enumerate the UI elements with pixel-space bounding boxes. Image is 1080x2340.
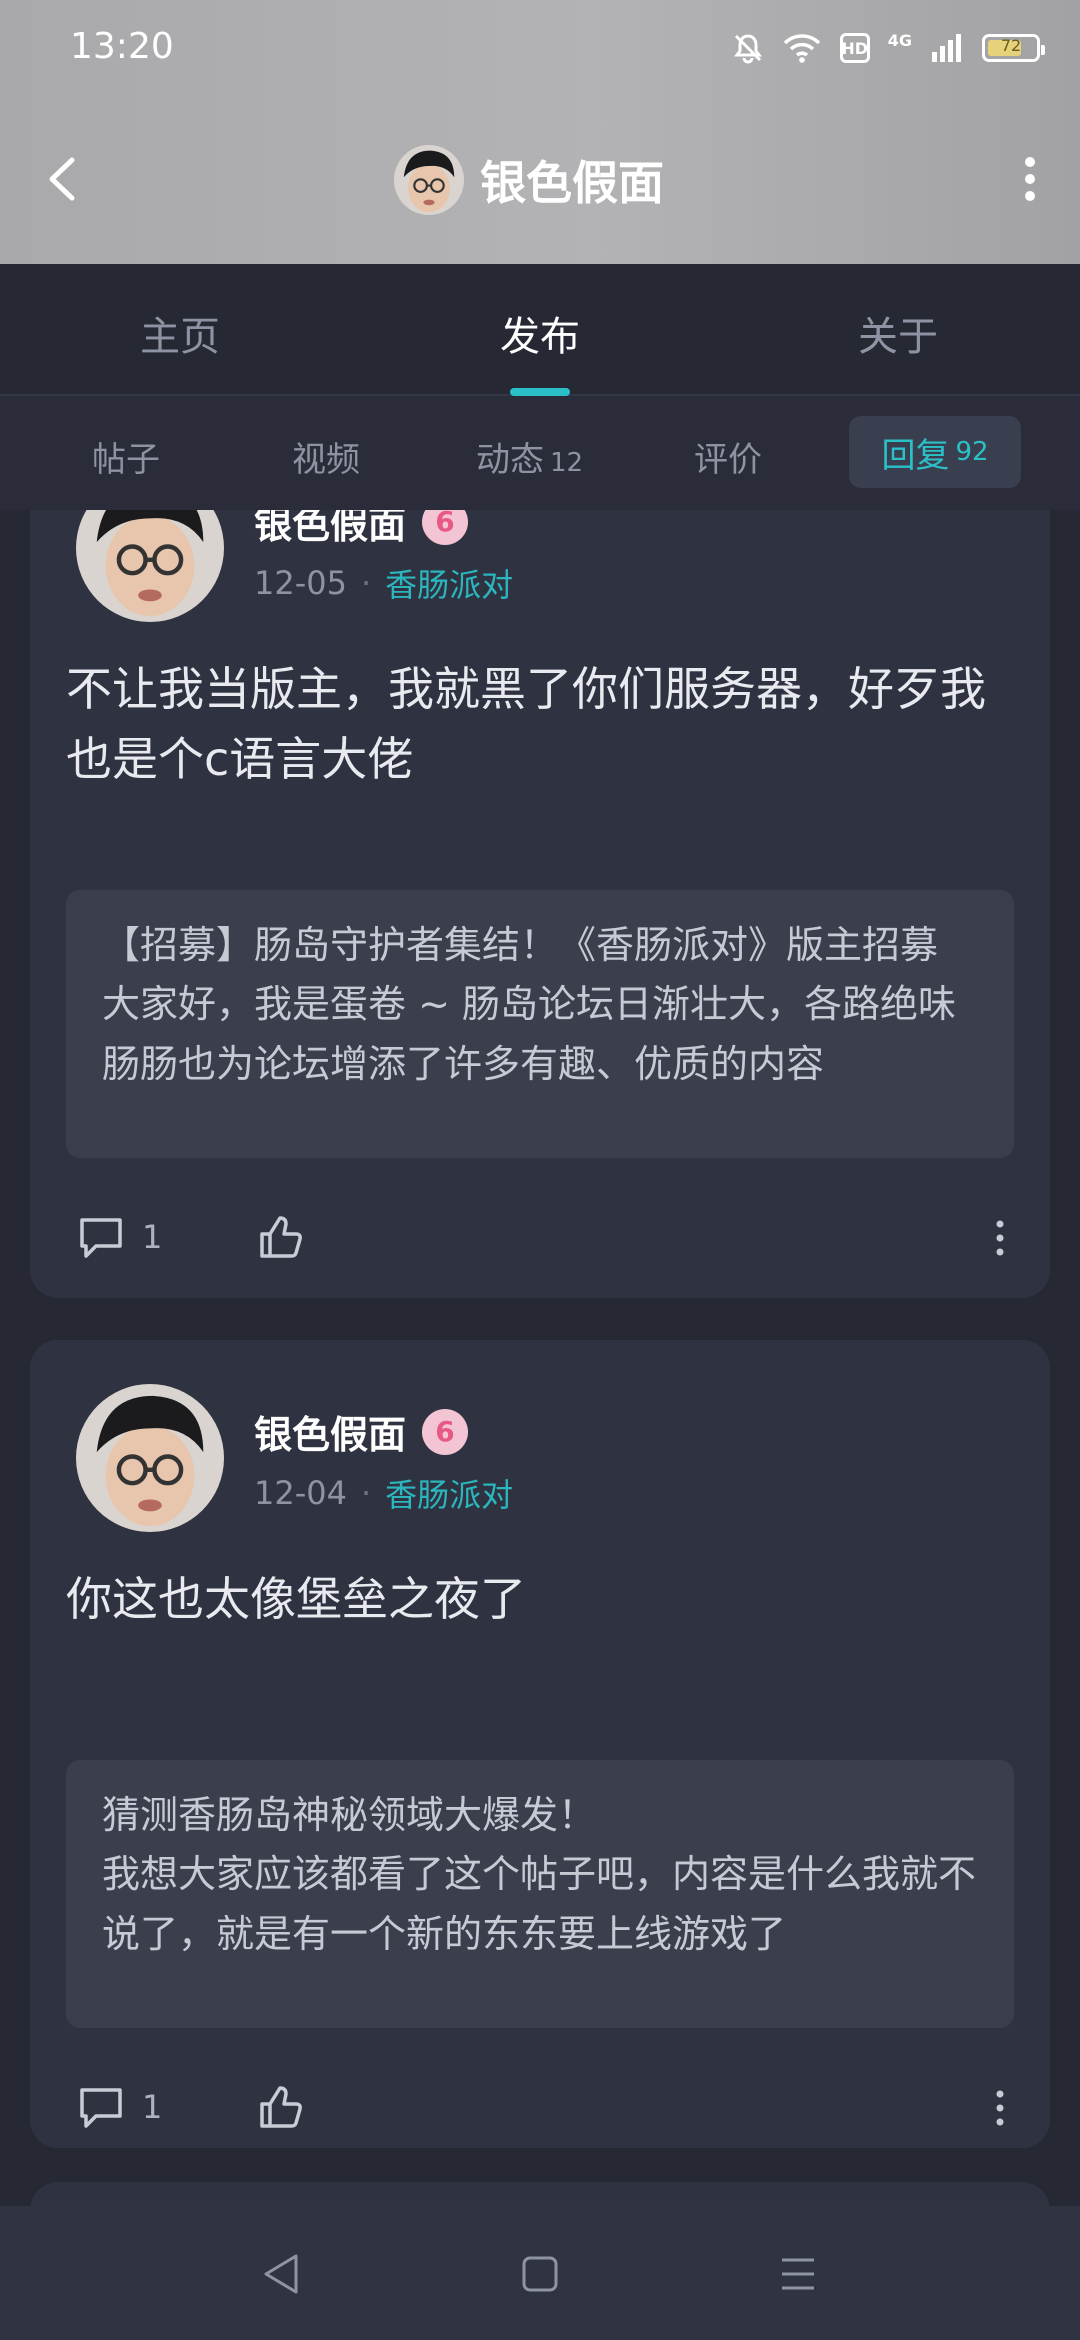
- wifi-icon: [783, 34, 820, 63]
- quoted-post-title: 猜测香肠岛神秘领域大爆发！: [102, 1793, 597, 1837]
- comment-button[interactable]: 1: [76, 1212, 162, 1262]
- home-square-icon[interactable]: [516, 2250, 564, 2298]
- quoted-post[interactable]: 【招募】肠岛守护者集结！《香肠派对》版主招募 大家好，我是蛋卷 ~ 肠岛论坛日渐…: [66, 890, 1014, 1158]
- tab-indicator: [510, 388, 570, 396]
- more-vertical-icon[interactable]: [994, 1220, 1006, 1256]
- battery-level: 72: [1000, 36, 1022, 55]
- reply-content: 你这也太像堡垒之夜了: [66, 1572, 526, 1626]
- level-badge: 6: [422, 510, 469, 545]
- reply-card[interactable]: 银色假面 6 12-05 · 香肠派对 不让我当版主，我就黑了你们服务器，好歹我…: [30, 510, 1050, 1298]
- username-text: 银色假面: [254, 1413, 407, 1457]
- thumbs-up-icon[interactable]: [256, 2082, 306, 2132]
- subtab-count: 12: [550, 448, 584, 478]
- post-actions: 1: [76, 2082, 1020, 2142]
- forum-link[interactable]: 香肠派对: [385, 1470, 513, 1516]
- more-vertical-icon[interactable]: [994, 2090, 1006, 2126]
- status-icons: HD 4G 72: [732, 26, 1045, 70]
- quoted-post[interactable]: 猜测香肠岛神秘领域大爆发！ 我想大家应该都看了这个帖子吧，内容是什么我就不说了，…: [66, 1760, 1014, 2028]
- subtab-label: 回复: [881, 435, 950, 476]
- comment-icon: [80, 1218, 122, 1258]
- subtab-label: 帖子: [92, 440, 160, 480]
- nav-row: 银色假面: [0, 132, 1080, 228]
- system-nav-bar: [0, 2206, 1080, 2340]
- main-tabs: 主页 发布 关于: [0, 264, 1080, 396]
- comment-count: 1: [142, 2088, 163, 2126]
- quoted-post-title: 【招募】肠岛守护者集结！《香肠派对》版主招募: [102, 923, 939, 967]
- more-vertical-icon[interactable]: [1020, 154, 1040, 204]
- post-date: 12-04: [254, 1474, 347, 1512]
- reply-content: 不让我当版主，我就黑了你们服务器，好歹我也是个c语言大佬: [66, 662, 986, 786]
- reply-feed[interactable]: 银色假面 6 12-05 · 香肠派对 不让我当版主，我就黑了你们服务器，好歹我…: [0, 510, 1080, 2206]
- level-badge: 6: [422, 1408, 469, 1455]
- subtab-label: 评价: [694, 440, 762, 480]
- forum-link[interactable]: 香肠派对: [385, 560, 513, 606]
- network-type: 4G: [887, 30, 912, 50]
- username-text: 银色假面: [254, 510, 407, 547]
- battery-icon: 72: [982, 34, 1045, 62]
- quoted-post-body: 我想大家应该都看了这个帖子吧，内容是什么我就不说了，就是有一个新的东东要上线游戏…: [102, 1852, 977, 1956]
- profile-title[interactable]: 银色假面: [394, 142, 664, 218]
- back-arrow-icon[interactable]: [40, 154, 90, 204]
- avatar[interactable]: [394, 145, 464, 215]
- avatar[interactable]: [76, 1384, 224, 1532]
- avatar[interactable]: [76, 510, 224, 622]
- tab-about[interactable]: 关于: [858, 304, 938, 362]
- sub-tabs: 帖子 视频 动态 12 评价 回复 92: [0, 396, 1080, 510]
- thumbs-up-icon[interactable]: [256, 1212, 306, 1262]
- signal-icon: [932, 34, 961, 62]
- subtab-videos[interactable]: 视频: [292, 432, 360, 481]
- comment-icon: [80, 2088, 122, 2128]
- post-date: 12-05: [254, 564, 347, 602]
- status-bar: 13:20 HD 4G 72: [0, 0, 1080, 96]
- subtab-threads[interactable]: 帖子: [92, 432, 160, 481]
- tab-home[interactable]: 主页: [140, 304, 220, 362]
- bell-muted-icon: [733, 34, 762, 64]
- username[interactable]: 银色假面 6: [254, 1404, 469, 1459]
- subtab-moments[interactable]: 动态 12: [476, 432, 583, 481]
- top-bar: 13:20 HD 4G 72 银色假面: [0, 0, 1080, 264]
- subtab-replies[interactable]: 回复 92: [849, 416, 1021, 488]
- subtab-reviews[interactable]: 评价: [694, 432, 762, 481]
- hd-icon: HD: [839, 33, 870, 63]
- menu-lines-icon[interactable]: [774, 2250, 822, 2298]
- back-triangle-icon[interactable]: [258, 2250, 306, 2298]
- username[interactable]: 银色假面 6: [254, 510, 469, 549]
- tab-posts[interactable]: 发布: [500, 304, 580, 362]
- post-meta: 12-04 · 香肠派对: [254, 1470, 513, 1516]
- status-time: 13:20: [70, 26, 174, 67]
- reply-card[interactable]: 银色假面 6 12-04 · 香肠派对 你这也太像堡垒之夜了 猜测香肠岛神秘领域…: [30, 1340, 1050, 2148]
- subtab-count: 92: [955, 437, 989, 467]
- reply-card[interactable]: [30, 2182, 1050, 2206]
- post-meta: 12-05 · 香肠派对: [254, 560, 513, 606]
- subtab-label: 动态: [476, 440, 544, 480]
- quoted-post-body: 大家好，我是蛋卷 ~ 肠岛论坛日渐壮大，各路绝味肠肠也为论坛增添了许多有趣、优质…: [102, 982, 957, 1086]
- page-title: 银色假面: [480, 156, 664, 210]
- comment-button[interactable]: 1: [76, 2082, 162, 2132]
- subtab-label: 视频: [292, 440, 360, 480]
- post-actions: 1: [76, 1212, 1020, 1272]
- comment-count: 1: [142, 1218, 163, 1256]
